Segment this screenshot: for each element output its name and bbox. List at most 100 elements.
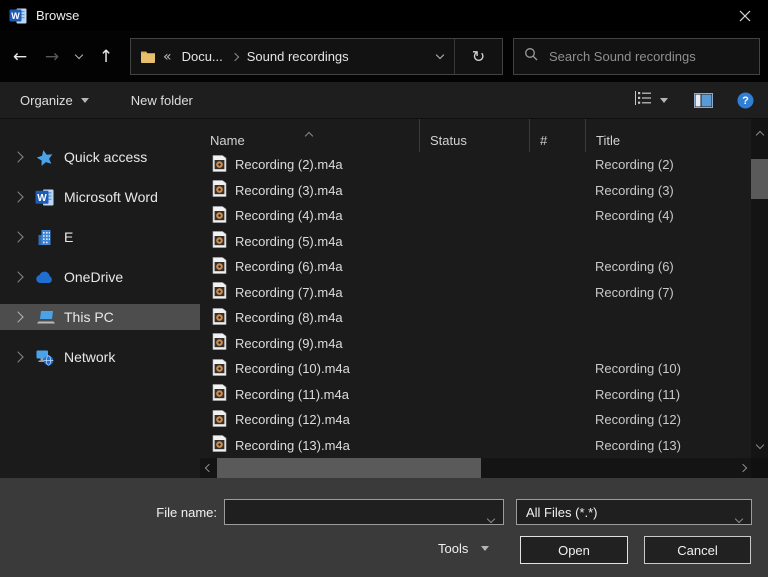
word-logo-icon: W [9, 8, 27, 24]
file-name-cell: Recording (7).m4a [200, 282, 420, 302]
up-icon[interactable]: ↑ [90, 41, 122, 73]
file-name: Recording (12).m4a [235, 412, 350, 428]
file-name-cell: Recording (12).m4a [200, 409, 420, 430]
column-header-number[interactable]: # [530, 119, 586, 152]
table-row[interactable]: Recording (7).m4a Recording (7) [200, 280, 751, 306]
file-type-select[interactable]: All Files (*.*) [516, 499, 752, 525]
breadcrumb-separator-icon[interactable] [230, 52, 240, 61]
audio-file-icon [212, 256, 227, 277]
sidebar-item-network[interactable]: Network [0, 344, 200, 370]
expand-chevron-icon[interactable] [10, 151, 25, 163]
cloud-icon [34, 271, 55, 284]
expand-chevron-icon[interactable] [10, 231, 25, 243]
audio-file-icon [212, 307, 227, 328]
organize-label: Organize [20, 92, 73, 108]
cancel-button[interactable]: Cancel [644, 536, 751, 564]
file-name-cell: Recording (4).m4a [200, 205, 420, 226]
file-name: Recording (5).m4a [235, 233, 343, 249]
expand-chevron-icon[interactable] [10, 271, 25, 283]
vertical-scrollbar[interactable] [751, 119, 768, 458]
file-name-cell: Recording (11).m4a [200, 384, 420, 404]
scroll-left-icon[interactable] [200, 463, 217, 473]
address-dropdown-icon[interactable] [426, 39, 454, 74]
file-name-cell: Recording (9).m4a [200, 333, 420, 353]
file-name: Recording (2).m4a [235, 157, 343, 173]
tools-button[interactable]: Tools [438, 541, 490, 556]
toolbar-right: ? [635, 90, 754, 110]
recent-locations-icon[interactable] [68, 41, 90, 73]
expand-chevron-icon[interactable] [10, 311, 25, 323]
svg-text:W: W [11, 11, 20, 21]
tools-label: Tools [438, 541, 469, 556]
breadcrumb-overflow[interactable]: « [163, 49, 172, 65]
address-bar[interactable]: « Docu... Sound recordings ↻ [130, 38, 503, 75]
preview-pane-icon[interactable] [694, 92, 713, 108]
sidebar-item-this-pc[interactable]: This PC [0, 304, 200, 330]
scroll-right-icon[interactable] [734, 463, 751, 473]
table-row[interactable]: Recording (2).m4a Recording (2) [200, 152, 751, 178]
sidebar-item-label: This PC [64, 309, 114, 325]
breadcrumb-root[interactable]: Docu... [182, 49, 223, 64]
search-box[interactable] [513, 38, 760, 75]
scroll-up-icon[interactable] [755, 119, 764, 147]
file-name-cell: Recording (8).m4a [200, 307, 420, 328]
close-icon[interactable] [722, 0, 768, 31]
navigation-pane: Quick access W Microsoft Word E OneDrive… [0, 119, 200, 478]
refresh-icon[interactable]: ↻ [455, 47, 502, 66]
file-name-cell: Recording (13).m4a [200, 435, 420, 455]
file-title: Recording (4) [595, 208, 674, 224]
breadcrumb-current[interactable]: Sound recordings [247, 49, 349, 64]
table-row[interactable]: Recording (10).m4a Recording (10) [200, 356, 751, 382]
sidebar-item-e[interactable]: E [0, 224, 200, 250]
file-list: Name Status # Title Recording (2).m4a Re… [200, 119, 751, 458]
sidebar-item-onedrive[interactable]: OneDrive [0, 264, 200, 290]
horizontal-scrollbar[interactable] [200, 458, 751, 478]
organize-button[interactable]: Organize [20, 93, 89, 108]
forward-icon[interactable]: → [36, 41, 68, 73]
audio-file-icon [212, 180, 227, 200]
table-row[interactable]: Recording (4).m4a Recording (4) [200, 203, 751, 229]
chevron-down-icon[interactable] [734, 510, 744, 525]
file-name-input[interactable] [225, 504, 503, 520]
table-row[interactable]: Recording (13).m4a Recording (13) [200, 433, 751, 459]
help-icon[interactable]: ? [737, 92, 754, 109]
scroll-down-icon[interactable] [755, 434, 764, 458]
table-row[interactable]: Recording (8).m4a [200, 305, 751, 331]
table-row[interactable]: Recording (12).m4a Recording (12) [200, 407, 751, 433]
expand-chevron-icon[interactable] [10, 351, 25, 363]
vertical-scrollbar-thumb[interactable] [751, 159, 768, 199]
audio-file-icon [212, 384, 227, 404]
file-name: Recording (13).m4a [235, 437, 350, 453]
file-title: Recording (6) [595, 259, 674, 275]
open-button[interactable]: Open [520, 536, 628, 564]
sidebar-item-quick-access[interactable]: Quick access [0, 144, 200, 170]
file-name-cell: Recording (3).m4a [200, 180, 420, 200]
table-row[interactable]: Recording (11).m4a Recording (11) [200, 382, 751, 408]
column-header-status[interactable]: Status [420, 119, 530, 152]
table-row[interactable]: Recording (5).m4a [200, 229, 751, 255]
search-input[interactable] [547, 48, 749, 65]
file-title: Recording (12) [595, 412, 681, 428]
new-folder-button[interactable]: New folder [131, 93, 193, 108]
scrollbar-corner [751, 458, 768, 478]
table-row[interactable]: Recording (9).m4a [200, 331, 751, 357]
file-name-combo[interactable] [224, 499, 504, 525]
horizontal-scrollbar-thumb[interactable] [217, 458, 481, 478]
table-row[interactable]: Recording (3).m4a Recording (3) [200, 178, 751, 204]
star-icon [34, 149, 55, 166]
audio-file-icon [212, 205, 227, 226]
network-icon [34, 349, 55, 366]
file-title: Recording (10) [595, 361, 681, 377]
expand-chevron-icon[interactable] [10, 191, 25, 203]
browse-dialog: W Browse ← → ↑ « Docu... Sound recording… [0, 0, 768, 577]
file-title: Recording (7) [595, 284, 674, 300]
table-row[interactable]: Recording (6).m4a Recording (6) [200, 254, 751, 280]
column-header-title[interactable]: Title [586, 119, 751, 152]
file-name: Recording (11).m4a [235, 386, 349, 402]
sidebar-item-microsoft-word[interactable]: W Microsoft Word [0, 184, 200, 210]
change-view-button[interactable] [635, 90, 668, 110]
back-icon[interactable]: ← [4, 41, 36, 73]
chevron-down-icon[interactable] [486, 510, 496, 525]
audio-file-icon [212, 282, 227, 302]
search-icon [524, 47, 538, 66]
